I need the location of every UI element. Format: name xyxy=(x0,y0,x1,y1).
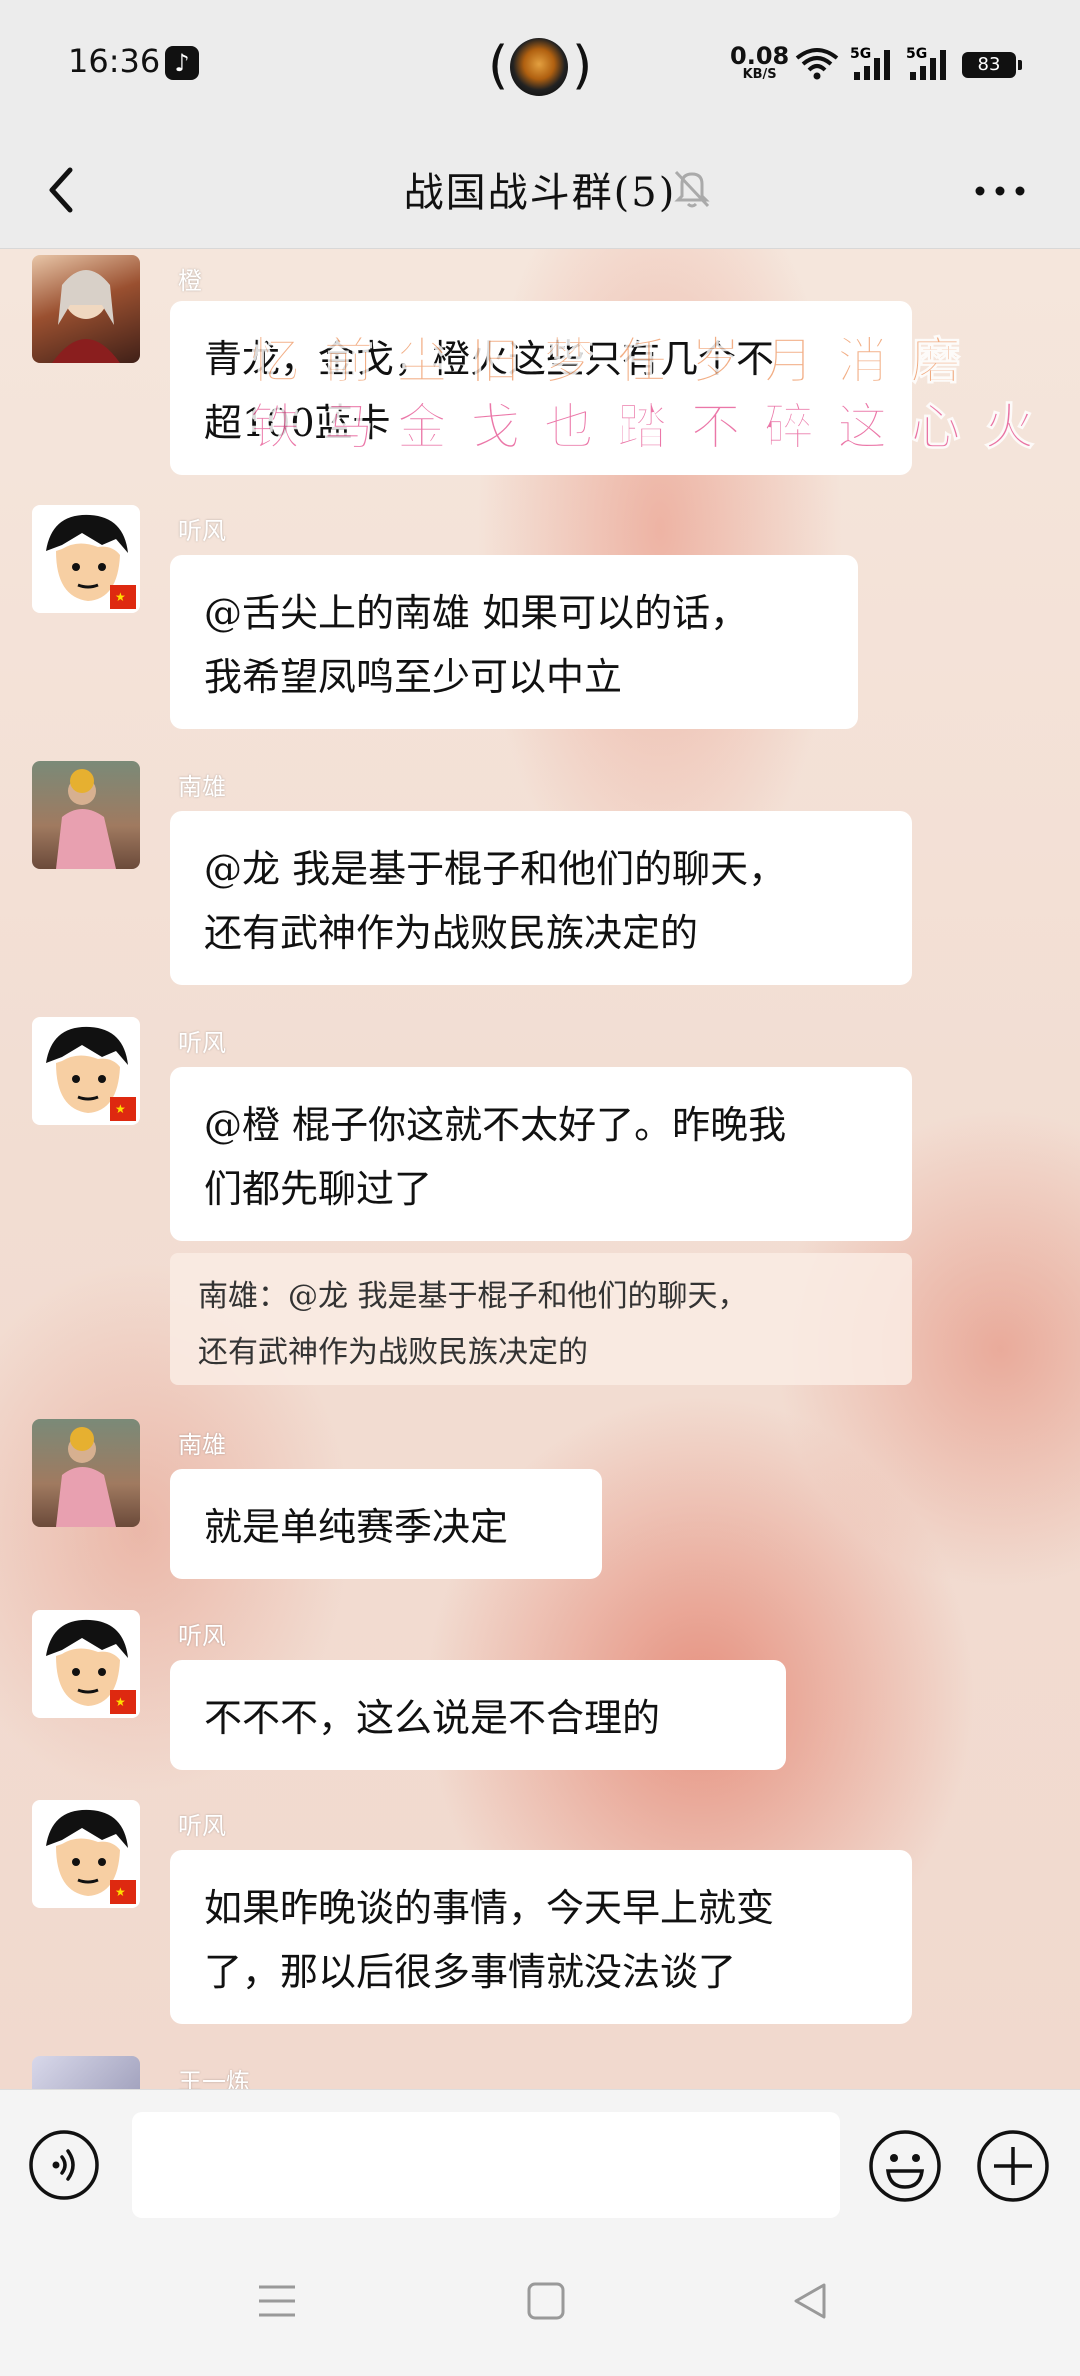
message-text-line: 如果昨晚谈的事情，今天早上就变 xyxy=(204,1886,775,1930)
sender-name: 南雄 xyxy=(178,773,226,801)
avatar-image: ★ xyxy=(46,1809,136,1904)
avatar-nanxiong[interactable] xyxy=(32,761,140,869)
island-app-icon xyxy=(510,38,568,96)
message-text-line: @龙 我是基于棍子和他们的聊天， xyxy=(204,847,787,891)
svg-text:★: ★ xyxy=(115,1695,126,1709)
message-bubble[interactable]: @橙 棍子你这就不太好了。昨晚我 们都先聊过了 xyxy=(170,1067,912,1241)
message-bubble[interactable]: 不不不，这么说是不合理的 xyxy=(170,1660,786,1770)
voice-icon[interactable] xyxy=(28,2129,100,2201)
avatar-wangyilian[interactable] xyxy=(32,2056,140,2089)
quoted-text-line: 还有武神作为战败民族决定的 xyxy=(198,1335,588,1370)
island-right-bracket: ) xyxy=(572,36,593,96)
sender-name: 橙 xyxy=(178,267,202,295)
message-text-line: 了，那以后很多事情就没法谈了 xyxy=(204,1950,737,1994)
avatar-image: ★ xyxy=(46,514,136,609)
input-bar xyxy=(0,2089,1080,2240)
home-nav-icon[interactable] xyxy=(526,2281,566,2321)
lyric-overlay-line-2: 铁 马 金 戈 也 踏 不 碎 这 心 火 xyxy=(249,397,1038,457)
wifi-icon xyxy=(795,48,839,80)
svg-text:★: ★ xyxy=(115,1885,126,1899)
message-text-line: 们都先聊过了 xyxy=(204,1167,433,1211)
sender-name: 听风 xyxy=(178,1622,226,1650)
group-title: 战国战斗群(5) xyxy=(403,170,677,216)
signal-icon: 5G xyxy=(906,46,946,80)
chat-header: 战国战斗群(5) xyxy=(0,130,1080,249)
system-nav-bar xyxy=(0,2239,1080,2376)
avatar-image: ★ xyxy=(46,1619,136,1714)
message-text-line: @橙 棍子你这就不太好了。昨晚我 xyxy=(204,1103,787,1147)
avatar-tingfeng[interactable]: ★ xyxy=(32,1610,140,1718)
message-bubble[interactable]: @龙 我是基于棍子和他们的聊天， 还有武神作为战败民族决定的 xyxy=(170,811,912,985)
svg-text:★: ★ xyxy=(115,1102,126,1116)
status-time: 16:36 xyxy=(68,42,161,80)
message-text-line: @舌尖上的南雄 如果可以的话， xyxy=(204,591,749,635)
sender-name: 王一炼 xyxy=(178,2068,250,2089)
bell-muted-icon xyxy=(674,170,710,208)
avatar-nanxiong[interactable] xyxy=(32,1419,140,1527)
svg-text:★: ★ xyxy=(115,590,126,604)
message-input[interactable] xyxy=(132,2112,840,2218)
plus-icon[interactable] xyxy=(976,2129,1050,2203)
message-bubble[interactable]: 如果昨晚谈的事情，今天早上就变 了，那以后很多事情就没法谈了 xyxy=(170,1850,912,2024)
network-speed: 0.08 KB/S xyxy=(730,44,789,81)
message-text-line: 不不不，这么说是不合理的 xyxy=(204,1696,661,1740)
avatar-image xyxy=(56,1427,116,1527)
message-bubble[interactable]: 就是单纯赛季决定 xyxy=(170,1469,602,1579)
network-speed-value: 0.08 xyxy=(730,42,790,70)
sender-name: 听风 xyxy=(178,1029,226,1057)
quoted-text-line: 南雄：@龙 我是基于棍子和他们的聊天， xyxy=(198,1279,748,1314)
signal-icon: 5G xyxy=(850,46,890,80)
lyric-overlay-line-1: 忆 前 尘 旧 梦 任 岁 月 消 磨 xyxy=(250,331,964,391)
message-text-line: 还有武神作为战败民族决定的 xyxy=(204,911,699,955)
island-left-bracket: ( xyxy=(488,36,509,96)
more-dots-icon[interactable] xyxy=(970,166,1030,216)
message-text-line: 我希望凤鸣至少可以中立 xyxy=(204,655,623,699)
menu-nav-icon[interactable] xyxy=(257,2281,297,2321)
quoted-message[interactable]: 南雄：@龙 我是基于棍子和他们的聊天， 还有武神作为战败民族决定的 xyxy=(170,1253,912,1385)
signal-5g-label: 5G xyxy=(850,46,871,62)
avatar-tingfeng[interactable]: ★ xyxy=(32,1017,140,1125)
back-nav-icon[interactable] xyxy=(790,2281,830,2321)
sender-name: 听风 xyxy=(178,1812,226,1840)
avatar-image xyxy=(52,270,120,363)
avatar-image: ★ xyxy=(46,1026,136,1121)
avatar-cheng[interactable] xyxy=(32,255,140,363)
avatar-tingfeng[interactable]: ★ xyxy=(32,1800,140,1908)
battery-icon: 83 xyxy=(962,52,1022,78)
sender-name: 听风 xyxy=(178,517,226,545)
emoji-icon[interactable] xyxy=(868,2129,942,2203)
message-bubble[interactable]: @舌尖上的南雄 如果可以的话， 我希望凤鸣至少可以中立 xyxy=(170,555,858,729)
status-bar: 16:36 ♪ ( ) 0.08 KB/S 5G 5G 83 xyxy=(0,0,1080,130)
signal-5g-label: 5G xyxy=(906,46,927,62)
avatar-image xyxy=(56,769,116,869)
chat-messages[interactable]: 橙 青龙，金戈，橙火这些只有几个不 超100蓝卡 忆 前 尘 旧 梦 任 岁 月… xyxy=(0,249,1080,2089)
sender-name: 南雄 xyxy=(178,1431,226,1459)
camera-island: ( ) xyxy=(488,36,592,96)
tiktok-notification-icon: ♪ xyxy=(165,46,199,80)
message-text-line: 就是单纯赛季决定 xyxy=(204,1505,509,1549)
avatar-tingfeng[interactable]: ★ xyxy=(32,505,140,613)
